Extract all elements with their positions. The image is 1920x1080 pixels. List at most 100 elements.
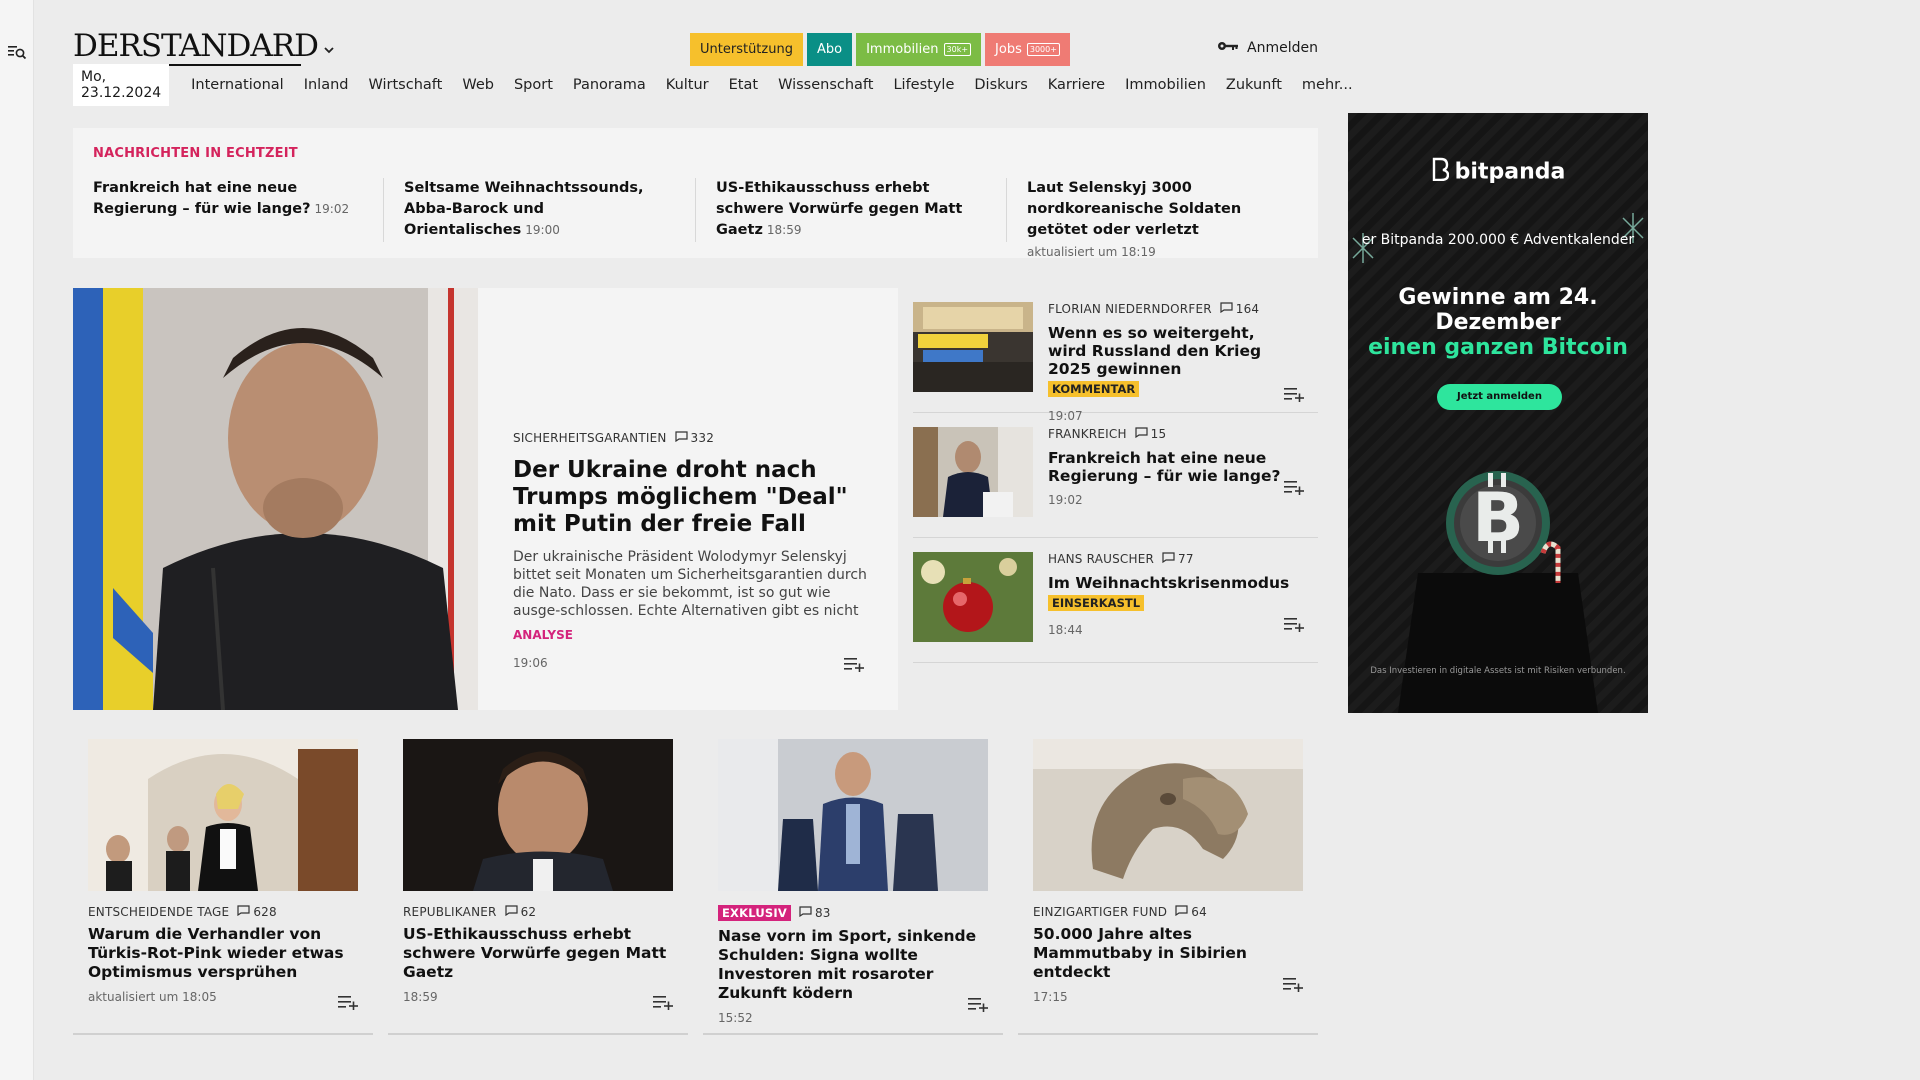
side-label: KOMMENTAR	[1048, 381, 1140, 397]
card-title[interactable]: US-Ethikausschuss erhebt schwere Vorwürf…	[403, 925, 673, 982]
article-card[interactable]: REPUBLIKANER 62 US-Ethikausschuss erhebt…	[388, 739, 688, 1035]
side-kicker: FRANKREICH 15	[1048, 427, 1298, 441]
card-kicker: EXKLUSIV 83	[718, 905, 988, 921]
card-kicker-text: ENTSCHEIDENDE TAGE	[88, 905, 230, 919]
comments-count[interactable]: 77	[1162, 552, 1194, 566]
ad-headline-1: Gewinne am 24.	[1398, 285, 1598, 310]
nav-item-kultur[interactable]: Kultur	[666, 77, 709, 93]
nav-item-inland[interactable]: Inland	[304, 77, 349, 93]
chevron-down-icon[interactable]	[321, 42, 337, 58]
jobs-button[interactable]: Jobs 3000+	[985, 33, 1070, 66]
nav-item-immobilien[interactable]: Immobilien	[1125, 77, 1206, 93]
card-title[interactable]: Warum die Verhandler von Türkis-Rot-Pink…	[88, 925, 358, 982]
menu-search-icon[interactable]	[7, 42, 29, 62]
svg-text:B: B	[1472, 479, 1524, 558]
lead-tag: ANALYSE	[513, 628, 573, 642]
side-title[interactable]: Frankreich hat eine neue Regierung – für…	[1048, 449, 1298, 485]
nav-item-diskurs[interactable]: Diskurs	[974, 77, 1027, 93]
comments-number: 83	[814, 906, 831, 920]
comments-count[interactable]: 83	[799, 906, 831, 920]
comments-count[interactable]: 15	[1135, 427, 1167, 441]
ticker-divider	[695, 178, 696, 242]
page: DERSTANDARD Unterstützung Abo Immobilien…	[73, 0, 1353, 1035]
playlist-add-icon[interactable]	[337, 994, 359, 1011]
nav-item-international[interactable]: International	[191, 77, 284, 93]
bitpanda-ad[interactable]: bitpanda er Bitpanda 200.000 € Adventkal…	[1348, 113, 1648, 713]
nav-item-etat[interactable]: Etat	[729, 77, 758, 93]
comments-count[interactable]: 64	[1175, 905, 1207, 919]
comments-number: 64	[1191, 905, 1207, 919]
lead-text: SICHERHEITSGARANTIEN 332 Der Ukraine dro…	[513, 431, 868, 670]
playlist-add-icon[interactable]	[843, 656, 865, 673]
card-time: 17:15	[1033, 990, 1068, 1004]
lead-article[interactable]: SICHERHEITSGARANTIEN 332 Der Ukraine dro…	[73, 288, 898, 710]
ticker-label: NACHRICHTEN IN ECHTZEIT	[93, 146, 298, 161]
ticker-item[interactable]: Frankreich hat eine neue Regierung – für…	[93, 178, 358, 220]
card-kicker-text: EXKLUSIV	[718, 905, 791, 921]
comments-number: 15	[1150, 427, 1167, 441]
ad-headline: Gewinne am 24. Dezember einen ganzen Bit…	[1348, 285, 1648, 360]
ticker-divider	[383, 178, 384, 242]
comments-number: 332	[690, 431, 715, 445]
left-sidebar	[0, 0, 34, 1080]
comment-icon	[1220, 302, 1233, 316]
playlist-add-icon[interactable]	[967, 996, 989, 1013]
ticker-title: US-Ethikausschuss erhebt schwere Vorwürf…	[716, 180, 963, 238]
article-card[interactable]: EXKLUSIV 83 Nase vorn im Sport, sinkende…	[703, 739, 1003, 1035]
side-article[interactable]: HANS RAUSCHER 77 Im Weihnachtskrisenmodu…	[913, 538, 1318, 663]
comments-number: 628	[253, 905, 277, 919]
side-title[interactable]: Wenn es so weitergeht, wird Russland den…	[1048, 324, 1298, 378]
comments-count[interactable]: 332	[674, 431, 715, 445]
nav-item-lifestyle[interactable]: Lifestyle	[893, 77, 954, 93]
lead-title[interactable]: Der Ukraine droht nach Trumps möglichem …	[513, 457, 868, 538]
ticker-item[interactable]: Laut Selenskyj 3000 nordkoreanische Sold…	[1027, 178, 1292, 263]
playlist-add-icon[interactable]	[1283, 616, 1305, 633]
immobilien-badge: 30k+	[943, 43, 972, 56]
nav-item-panorama[interactable]: Panorama	[573, 77, 646, 93]
site-logo[interactable]: DERSTANDARD	[73, 30, 319, 62]
abo-button[interactable]: Abo	[806, 33, 853, 66]
immobilien-button[interactable]: Immobilien 30k+	[856, 33, 982, 66]
side-article[interactable]: FLORIAN NIEDERNDORFER 164 Wenn es so wei…	[913, 288, 1318, 423]
nav-item-wirtschaft[interactable]: Wirtschaft	[368, 77, 442, 93]
article-card[interactable]: ENTSCHEIDENDE TAGE 628 Warum die Verhand…	[73, 739, 373, 1035]
support-button[interactable]: Unterstützung	[690, 33, 803, 66]
nav-item-sport[interactable]: Sport	[514, 77, 553, 93]
ticker-item[interactable]: Seltsame Weihnachtssounds, Abba-Barock u…	[404, 178, 669, 241]
card-kicker-text: EINZIGARTIGER FUND	[1033, 905, 1168, 919]
playlist-add-icon[interactable]	[1283, 386, 1305, 403]
card-title[interactable]: 50.000 Jahre altes Mammutbaby in Sibirie…	[1033, 925, 1303, 982]
lead-teaser: Der ukrainische Präsident Wolodymyr Sele…	[513, 549, 867, 619]
side-article-text: HANS RAUSCHER 77 Im Weihnachtskrisenmodu…	[1048, 552, 1298, 637]
ticker-item[interactable]: US-Ethikausschuss erhebt schwere Vorwürf…	[716, 178, 981, 241]
ad-headline-2: Dezember	[1435, 310, 1561, 335]
nav-item-more[interactable]: mehr...	[1302, 77, 1353, 93]
side-kicker: FLORIAN NIEDERNDORFER 164	[1048, 302, 1298, 316]
side-article-list: FLORIAN NIEDERNDORFER 164 Wenn es so wei…	[913, 288, 1318, 663]
card-title[interactable]: Nase vorn im Sport, sinkende Schulden: S…	[718, 927, 988, 1003]
ad-brand: bitpanda	[1348, 157, 1648, 187]
ticker-title: Seltsame Weihnachtssounds, Abba-Barock u…	[404, 180, 644, 238]
playlist-add-icon[interactable]	[1282, 976, 1304, 993]
card-kicker: ENTSCHEIDENDE TAGE 628	[88, 905, 358, 919]
nav-item-zukunft[interactable]: Zukunft	[1226, 77, 1282, 93]
nav-item-karriere[interactable]: Karriere	[1048, 77, 1105, 93]
comments-count[interactable]: 62	[504, 905, 537, 919]
side-article[interactable]: FRANKREICH 15 Frankreich hat eine neue R…	[913, 413, 1318, 538]
side-article-image	[913, 552, 1033, 642]
login-button[interactable]: Anmelden	[1217, 40, 1318, 56]
side-title[interactable]: Im Weihnachtskrisenmodus	[1048, 574, 1298, 592]
side-label: EINSERKASTL	[1048, 595, 1145, 611]
comment-icon	[1135, 427, 1148, 441]
playlist-add-icon[interactable]	[652, 994, 674, 1011]
comments-count[interactable]: 628	[237, 905, 277, 919]
nav-item-wissenschaft[interactable]: Wissenschaft	[778, 77, 873, 93]
ad-cta-button[interactable]: Jetzt anmelden	[1437, 384, 1562, 410]
lead-kicker: SICHERHEITSGARANTIEN 332	[513, 431, 868, 445]
comments-count[interactable]: 164	[1220, 302, 1260, 316]
ad-brand-name: bitpanda	[1454, 159, 1566, 185]
jobs-label: Jobs	[995, 42, 1022, 57]
article-card[interactable]: EINZIGARTIGER FUND 64 50.000 Jahre altes…	[1018, 739, 1318, 1035]
nav-item-web[interactable]: Web	[462, 77, 494, 93]
playlist-add-icon[interactable]	[1283, 479, 1305, 496]
